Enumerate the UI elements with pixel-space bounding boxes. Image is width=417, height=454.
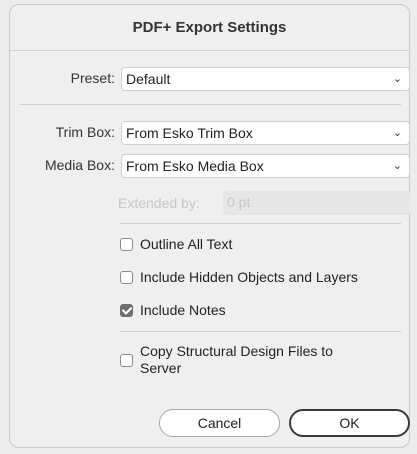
cancel-button[interactable]: Cancel xyxy=(159,409,280,437)
copy-structural-label-line1: Copy Structural Design Files to xyxy=(140,343,333,359)
copy-structural-label: Copy Structural Design Files to Server xyxy=(140,343,333,377)
preset-value: Default xyxy=(126,71,171,87)
outline-all-text-option[interactable]: Outline All Text xyxy=(120,236,232,253)
trim-box-label: Trim Box: xyxy=(55,124,115,140)
copy-structural-label-line2: Server xyxy=(140,360,182,376)
section-divider xyxy=(120,223,401,224)
dialog-title: PDF+ Export Settings xyxy=(132,19,287,36)
preset-select[interactable]: Default ⌄ xyxy=(121,67,410,91)
copy-structural-option[interactable]: Copy Structural Design Files to Server xyxy=(120,343,333,377)
include-hidden-option[interactable]: Include Hidden Objects and Layers xyxy=(120,269,358,286)
include-notes-checkbox[interactable] xyxy=(120,304,133,317)
media-box-label: Media Box: xyxy=(44,157,115,173)
ok-button[interactable]: OK xyxy=(289,409,410,437)
chevron-down-icon: ⌄ xyxy=(392,160,402,172)
preset-label: Preset: xyxy=(70,70,115,86)
trim-box-select[interactable]: From Esko Trim Box ⌄ xyxy=(121,121,410,145)
section-divider xyxy=(120,331,401,332)
trim-box-value: From Esko Trim Box xyxy=(126,125,253,141)
title-divider xyxy=(10,50,409,51)
include-hidden-label: Include Hidden Objects and Layers xyxy=(140,269,358,285)
include-hidden-checkbox[interactable] xyxy=(120,271,133,284)
section-divider xyxy=(20,104,401,105)
extended-by-field: 0 pt xyxy=(223,191,410,215)
pdf-export-settings-dialog: PDF+ Export Settings Preset: Default ⌄ T… xyxy=(9,4,410,448)
extended-by-label: Extended by: xyxy=(118,195,200,211)
include-notes-label: Include Notes xyxy=(140,302,226,318)
outline-all-text-checkbox[interactable] xyxy=(120,238,133,251)
media-box-value: From Esko Media Box xyxy=(126,158,264,174)
outline-all-text-label: Outline All Text xyxy=(140,236,233,252)
media-box-select[interactable]: From Esko Media Box ⌄ xyxy=(121,154,410,178)
chevron-down-icon: ⌄ xyxy=(392,127,402,139)
copy-structural-checkbox[interactable] xyxy=(120,354,133,367)
chevron-down-icon: ⌄ xyxy=(392,73,402,85)
include-notes-option[interactable]: Include Notes xyxy=(120,302,226,319)
